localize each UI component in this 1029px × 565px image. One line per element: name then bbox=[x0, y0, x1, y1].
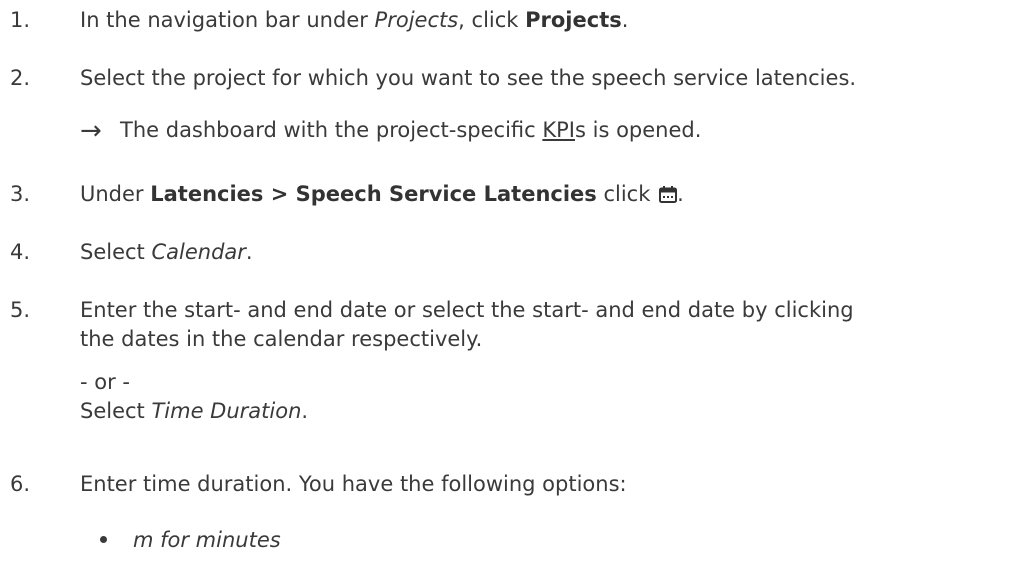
bullet-icon bbox=[100, 536, 107, 543]
kpi-link[interactable]: KPI bbox=[542, 118, 575, 142]
ui-element-name: Projects bbox=[525, 8, 622, 32]
step-text: Enter time duration. You have the follow… bbox=[80, 472, 627, 496]
option-name: Calendar bbox=[151, 240, 246, 264]
step-number: 4. bbox=[10, 240, 31, 264]
step-number: 3. bbox=[10, 182, 31, 206]
instruction-document: 1. In the navigation bar under Projects,… bbox=[0, 0, 1029, 565]
step-2-result: → The dashboard with the project-specific… bbox=[80, 116, 702, 146]
arrow-right-icon: → bbox=[80, 116, 102, 146]
step-number: 1. bbox=[10, 8, 31, 32]
step-text: Enter the start- and end date or select … bbox=[80, 296, 1029, 426]
ui-element-name: Latencies > Speech Service Latencies bbox=[150, 182, 597, 206]
calendar-icon bbox=[659, 186, 678, 203]
step-text: Select the project for which you want to… bbox=[80, 66, 857, 90]
step-text: Under Latencies > Speech Service Latenci… bbox=[80, 182, 684, 206]
alternative-text: Select Time Duration. bbox=[80, 399, 309, 423]
step-text: Select Calendar. bbox=[80, 240, 253, 264]
step-number: 5. bbox=[10, 298, 31, 322]
or-separator: - or - bbox=[80, 370, 130, 394]
nav-section-name: Projects bbox=[374, 8, 459, 32]
step-text: In the navigation bar under Projects, cl… bbox=[80, 8, 629, 32]
option-name: Time Duration bbox=[151, 399, 302, 423]
list-item: m for minutes bbox=[100, 526, 281, 555]
step-number: 2. bbox=[10, 66, 31, 90]
step-number: 6. bbox=[10, 472, 31, 496]
